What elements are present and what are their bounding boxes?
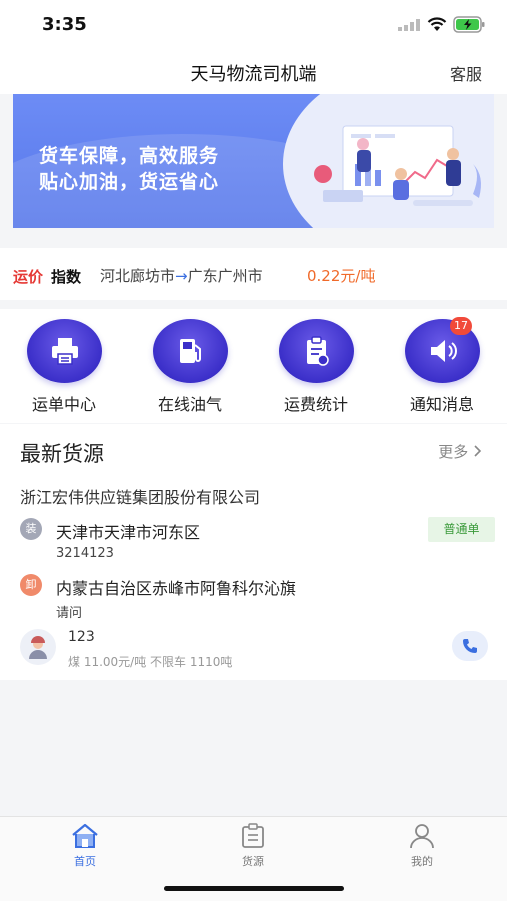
fuel-pump-icon	[179, 339, 201, 363]
more-label: 更多	[438, 443, 469, 461]
call-button[interactable]	[452, 631, 488, 661]
route-origin: 河北廊坊市	[100, 267, 176, 285]
tab-label: 货源	[242, 855, 264, 868]
chevron-right-icon	[474, 445, 482, 457]
menu-icon-circle	[152, 319, 228, 383]
menu-item-notifications[interactable]: 17 通知消息	[392, 317, 492, 415]
menu-icon-circle	[278, 319, 354, 383]
tab-home[interactable]: 首页	[55, 823, 115, 869]
more-button[interactable]: 更多	[438, 441, 483, 462]
shipper-avatar-icon	[29, 636, 47, 659]
unload-tag: 卸	[20, 574, 42, 596]
wifi-icon	[427, 17, 447, 31]
menu-icon-circle	[26, 319, 102, 383]
page-title: 天马物流司机端	[190, 64, 317, 85]
status-time: 3:35	[42, 14, 87, 35]
latest-cargo-section: 最新货源 更多 浙江宏伟供应链集团股份有限公司 装 天津市天津市河东区 3214…	[0, 424, 507, 680]
unload-address: 内蒙古自治区赤峰市阿鲁科尔沁旗	[56, 579, 297, 598]
tab-label: 首页	[74, 855, 96, 868]
tab-cargo-source[interactable]: 货源	[223, 823, 283, 869]
route-price: 0.22元/吨	[307, 267, 376, 285]
order-type-badge: 普通单	[428, 517, 495, 542]
tab-profile[interactable]: 我的	[392, 823, 452, 869]
banner-headline: 货车保障，高效服务	[39, 145, 220, 167]
price-index-logo-black: 指数	[51, 268, 82, 286]
menu-label: 运单中心	[31, 395, 96, 414]
printer-icon	[51, 338, 78, 365]
promo-banner[interactable]: 货车保障，高效服务 贴心加油，货运省心	[13, 94, 494, 228]
cellular-signal-icon	[398, 19, 420, 31]
speaker-icon	[430, 340, 457, 362]
navigation-bar: 天马物流司机端 客服	[0, 50, 507, 94]
tab-label: 我的	[411, 855, 433, 868]
goods-info: 煤 11.00元/吨 不限车 1110吨	[68, 655, 233, 669]
status-bar: 3:35	[0, 0, 507, 50]
menu-item-freight-statistics[interactable]: 运费统计	[266, 319, 366, 415]
user-icon	[410, 824, 434, 849]
load-detail: 3214123	[56, 546, 114, 561]
company-name: 浙江宏伟供应链集团股份有限公司	[20, 488, 261, 507]
customer-service-button[interactable]: 客服	[450, 61, 482, 85]
contact-name: 123	[68, 629, 95, 645]
freight-price-index[interactable]: 运价 指数 河北廊坊市→广东广州市 0.22元/吨	[0, 248, 507, 300]
home-indicator	[164, 886, 344, 891]
notification-count-badge: 17	[450, 317, 472, 335]
menu-item-waybill-center[interactable]: 运单中心	[14, 319, 114, 415]
banner-illustration	[314, 125, 481, 206]
document-icon	[242, 823, 264, 848]
phone-icon	[463, 639, 477, 653]
menu-label: 通知消息	[409, 395, 474, 414]
menu-label: 运费统计	[283, 395, 348, 414]
menu-label: 在线油气	[157, 395, 222, 414]
section-title: 最新货源	[20, 442, 104, 466]
quick-menu: 运单中心 在线油气 运费统计 17 通知消息	[0, 309, 507, 423]
route-arrow-icon: →	[175, 267, 188, 285]
load-tag: 装	[20, 518, 42, 540]
clipboard-icon	[306, 336, 329, 366]
avatar	[20, 629, 56, 665]
route-destination: 广东广州市	[187, 267, 263, 285]
load-address: 天津市天津市河东区	[56, 523, 201, 542]
price-index-logo-red: 运价	[13, 268, 44, 286]
banner-subheadline: 贴心加油，货运省心	[39, 171, 220, 193]
price-index-route: 河北廊坊市→广东广州市	[100, 265, 263, 286]
home-icon	[72, 823, 98, 848]
battery-icon	[453, 16, 485, 33]
menu-item-online-fuel[interactable]: 在线油气	[140, 319, 240, 415]
unload-detail: 请问	[56, 606, 83, 621]
